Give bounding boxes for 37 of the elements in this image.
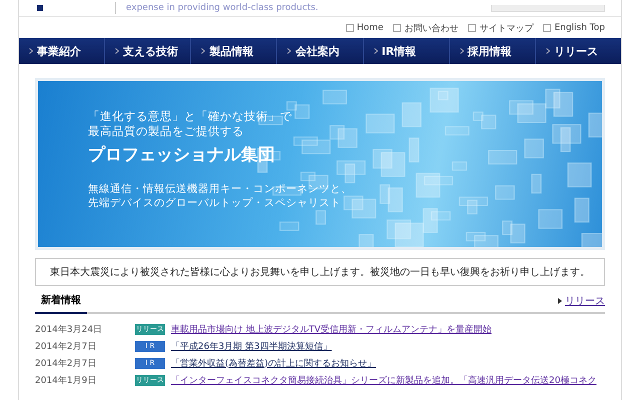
triangle-icon	[558, 298, 562, 304]
chevron-icon	[115, 48, 120, 54]
nav-item[interactable]: IR情報	[364, 38, 450, 64]
news-link[interactable]: 「平成26年3月期 第3四半期決算短信」	[171, 340, 332, 352]
chevron-icon	[29, 48, 33, 54]
news-link[interactable]: 「営業外収益(為替差益)の計上に関するお知らせ」	[171, 356, 376, 370]
banner-headline: プロフェッショナル集団	[88, 144, 276, 166]
utility-link[interactable]: サイトマップ	[468, 22, 534, 34]
news-heading: 新着情報	[35, 290, 87, 314]
banner-text: 最高品質の製品をご提供する	[88, 124, 245, 139]
news-date: 2014年2月7日	[35, 340, 98, 352]
chevron-icon	[287, 48, 292, 54]
notice-text: 東日本大震災により被災された皆様に心よりお見舞いを申し上げます。被災地の一日も早い復興をお祈り申し上げます。	[50, 267, 590, 278]
news-link[interactable]: 車載用品市場向け 地上波デジタルTV受信用新・フィルムアンテナ」を量産開始	[171, 322, 492, 336]
news-link[interactable]: 「インターフェイスコネクタ簡易接続治具」シリーズに新製品を追加。「高速汎用データ伝送20極コネク	[171, 374, 596, 386]
chevron-icon	[460, 48, 464, 54]
news-date: 2014年3月24日	[35, 324, 104, 336]
banner-subtext: 先端デバイスのグローバルトップ・スペシャリスト	[88, 196, 342, 210]
chevron-icon	[546, 48, 550, 54]
nav-item[interactable]: 採用情報	[450, 38, 536, 64]
news-date: 2014年2月7日	[35, 358, 98, 370]
banner-text: 「進化する意思」と「確かな技術」で	[88, 109, 293, 124]
logo-mark	[37, 5, 43, 11]
nav-item[interactable]: リリース	[536, 38, 621, 64]
nav-item[interactable]: 支える技術	[105, 38, 192, 64]
chevron-icon	[374, 48, 378, 54]
more-link[interactable]: リリース	[558, 294, 605, 308]
banner-subtext: 無線通信・情報伝送機器用キー・コンポーネンツと、	[88, 182, 353, 196]
chevron-icon	[201, 48, 206, 54]
utility-link[interactable]: English Top	[543, 22, 605, 34]
utility-link[interactable]: Home	[346, 22, 384, 34]
nav-item[interactable]: 製品情報	[191, 38, 278, 64]
utility-link[interactable]: お問い合わせ	[393, 22, 458, 34]
nav-item[interactable]: 事業紹介	[19, 38, 106, 64]
news-date: 2014年1月9日	[35, 374, 98, 386]
nav-item[interactable]: 会社案内	[277, 38, 364, 64]
tagline: expense in providing world-class products.	[115, 2, 318, 14]
